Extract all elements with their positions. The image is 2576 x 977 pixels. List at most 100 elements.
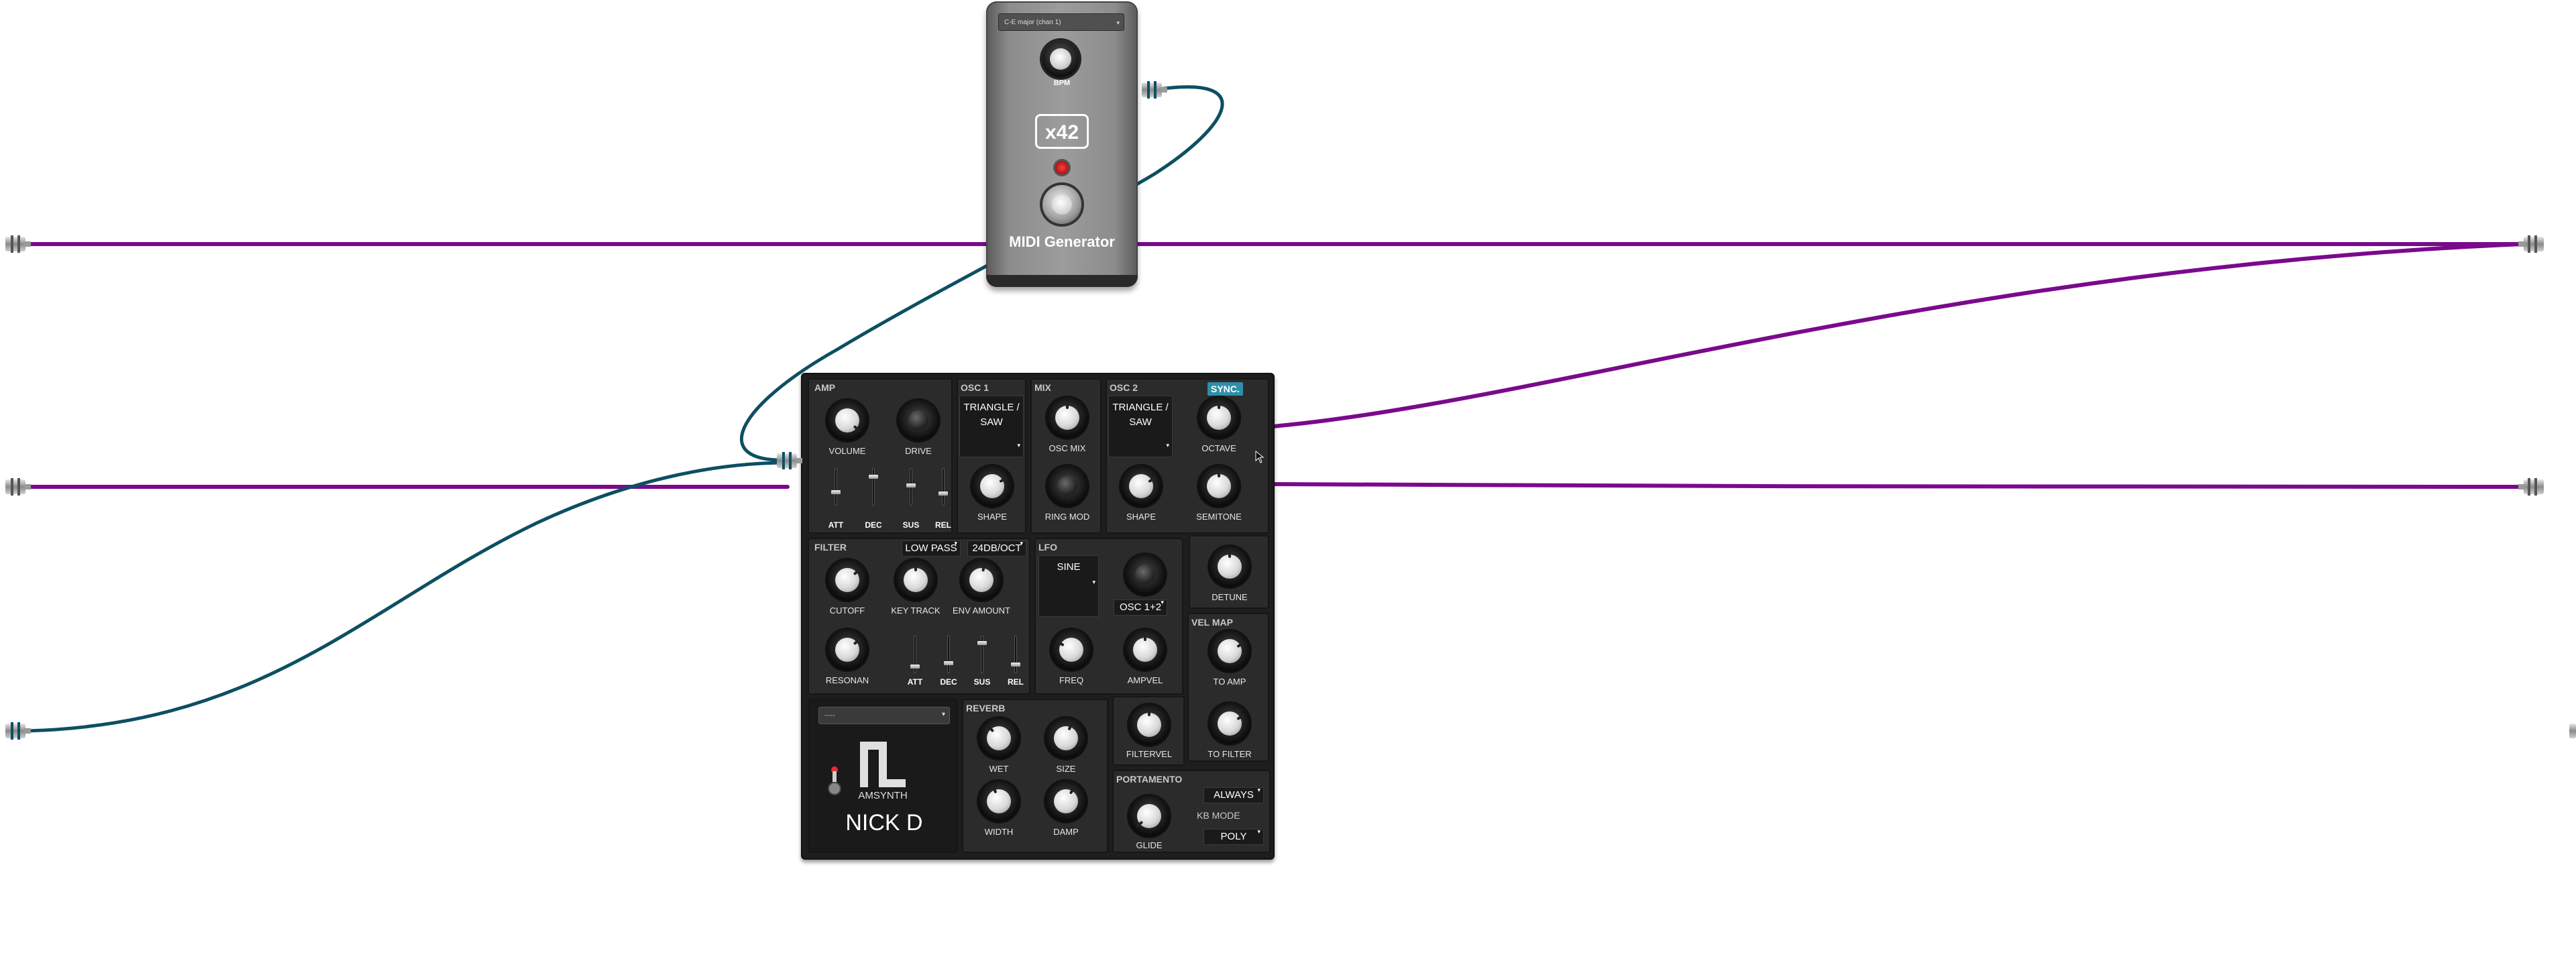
- env-amount-knob[interactable]: [961, 559, 1002, 601]
- x42-badge: x42: [1035, 114, 1089, 149]
- lfo-waveform-value: SINE: [1057, 561, 1081, 573]
- chevron-down-icon: ▾: [1257, 787, 1260, 793]
- bpm-knob[interactable]: [1042, 40, 1079, 78]
- reverb-wet-knob[interactable]: [978, 717, 1020, 759]
- amp-sustain-slider[interactable]: [906, 468, 916, 506]
- osc1-header: OSC 1: [961, 382, 989, 393]
- kbmode-select[interactable]: POLY ▾: [1203, 828, 1264, 845]
- ampvel-knob[interactable]: [1124, 629, 1166, 671]
- filter-rel-label: REL: [1008, 677, 1024, 687]
- mix-header: MIX: [1034, 382, 1051, 393]
- portamento-header: PORTAMENTO: [1116, 774, 1183, 785]
- chevron-down-icon: ▾: [941, 711, 945, 718]
- amp-decay-slider[interactable]: [869, 468, 878, 506]
- lfo-freq-label: FREQ: [1059, 675, 1084, 685]
- lfo-section: LFO SINE ▾ OSC 1+2 ▾ FREQ AMPVEL: [1034, 538, 1183, 695]
- filter-section: FILTER LOW PASS ▾ 24DB/OCT ▾ CUTOFF KEY …: [808, 538, 1030, 695]
- jack-midi-out[interactable]: [1136, 81, 1167, 99]
- osc2-shape-label: SHAPE: [1126, 512, 1157, 522]
- jack-left-bottom[interactable]: [0, 722, 31, 740]
- brand-name: AMSYNTH: [858, 790, 908, 801]
- vel-to-filter-knob[interactable]: [1209, 703, 1250, 744]
- detune-knob[interactable]: [1209, 546, 1250, 587]
- portamento-mode-select[interactable]: ALWAYS ▾: [1203, 787, 1264, 803]
- osc1-section: OSC 1 TRIANGLE / SAW ▾ SHAPE: [957, 378, 1026, 534]
- amp-att-label: ATT: [828, 520, 844, 530]
- ring-mod-knob[interactable]: [1046, 465, 1088, 507]
- jack-left-middle[interactable]: [0, 478, 31, 496]
- octave-knob[interactable]: [1198, 397, 1240, 439]
- footswitch-button[interactable]: [1042, 185, 1081, 224]
- cutoff-knob[interactable]: [826, 559, 868, 601]
- filtervel-knob[interactable]: [1128, 704, 1170, 746]
- author-name: NICK D: [845, 810, 923, 836]
- chevron-down-icon: ▾: [1020, 540, 1023, 547]
- amp-release-slider[interactable]: [938, 468, 948, 506]
- power-toggle[interactable]: [825, 764, 844, 797]
- amsynth-logo: [856, 735, 910, 792]
- mix-section: MIX OSC MIX RING MOD: [1030, 378, 1102, 534]
- jack-right-bottom[interactable]: [2567, 722, 2576, 740]
- osc1-shape-knob[interactable]: [971, 465, 1013, 507]
- amp-attack-slider[interactable]: [831, 468, 841, 506]
- scale-select[interactable]: C-E major (chan 1) ▾: [998, 13, 1124, 31]
- vel-to-amp-label: TO AMP: [1213, 677, 1246, 687]
- filter-sustain-slider[interactable]: [977, 636, 987, 673]
- reverb-width-label: WIDTH: [984, 827, 1014, 837]
- filter-header: FILTER: [814, 542, 847, 553]
- filter-sus-label: SUS: [973, 677, 991, 687]
- jack-right-middle[interactable]: [2518, 478, 2549, 496]
- jack-left-top[interactable]: [0, 235, 31, 253]
- key-track-knob[interactable]: [895, 559, 936, 601]
- filter-attack-slider[interactable]: [910, 636, 920, 673]
- volume-label: VOLUME: [828, 446, 866, 456]
- pedal-title: MIDI Generator: [1009, 233, 1115, 250]
- osc2-waveform-select[interactable]: TRIANGLE / SAW ▾: [1108, 396, 1173, 457]
- amp-rel-label: REL: [935, 520, 951, 530]
- resonance-label: RESONAN: [825, 675, 869, 685]
- lfo-freq-knob[interactable]: [1051, 629, 1092, 671]
- filter-slope-select[interactable]: 24DB/OCT ▾: [967, 540, 1026, 557]
- velmap-section: VEL MAP TO AMP TO FILTER: [1187, 613, 1269, 762]
- reverb-width-knob[interactable]: [978, 781, 1020, 822]
- filter-type-select[interactable]: LOW PASS ▾: [902, 540, 961, 557]
- osc-mix-knob[interactable]: [1046, 397, 1088, 439]
- key-track-label: KEY TRACK: [891, 606, 941, 616]
- kbmode-header: KB MODE: [1197, 810, 1240, 821]
- sync-toggle[interactable]: SYNC.: [1208, 382, 1243, 396]
- preset-select[interactable]: ---- ▾: [818, 707, 950, 724]
- chevron-down-icon: ▾: [1116, 19, 1120, 26]
- chevron-down-icon: ▾: [1161, 599, 1164, 606]
- purple-cable-right-curve[interactable]: [1270, 242, 2524, 428]
- lfo-waveform-select[interactable]: SINE ▾: [1038, 555, 1099, 617]
- reverb-damp-knob[interactable]: [1045, 781, 1087, 822]
- reverb-size-knob[interactable]: [1045, 717, 1087, 759]
- osc2-shape-knob[interactable]: [1120, 465, 1162, 507]
- reverb-size-label: SIZE: [1056, 764, 1076, 774]
- chevron-down-icon: ▾: [1017, 442, 1020, 449]
- midi-generator-pedal[interactable]: C-E major (chan 1) ▾ BPM x42 MIDI Genera…: [986, 1, 1138, 287]
- chevron-down-icon: ▾: [954, 540, 957, 547]
- jack-synth-in[interactable]: [771, 452, 802, 469]
- vel-to-amp-knob[interactable]: [1209, 630, 1250, 672]
- osc2-waveform-value: TRIANGLE / SAW: [1112, 402, 1169, 428]
- filter-decay-slider[interactable]: [944, 636, 953, 673]
- drive-knob[interactable]: [898, 400, 939, 441]
- filter-release-slider[interactable]: [1011, 636, 1020, 673]
- volume-knob[interactable]: [826, 400, 868, 441]
- resonance-knob[interactable]: [826, 629, 868, 671]
- jack-right-top[interactable]: [2518, 235, 2549, 253]
- osc-mix-label: OSC MIX: [1049, 443, 1086, 453]
- osc2-header: OSC 2: [1110, 382, 1138, 393]
- glide-knob[interactable]: [1128, 795, 1170, 837]
- lfo-target-knob[interactable]: [1124, 554, 1166, 595]
- osc1-shape-label: SHAPE: [977, 512, 1008, 522]
- osc1-waveform-select[interactable]: TRIANGLE / SAW ▾: [959, 396, 1024, 457]
- purple-cable-middle-right[interactable]: [1270, 482, 2524, 489]
- ring-mod-label: RING MOD: [1044, 512, 1090, 522]
- semitone-knob[interactable]: [1198, 465, 1240, 507]
- teal-cable-left[interactable]: [25, 461, 790, 733]
- lfo-target-select[interactable]: OSC 1+2 ▾: [1114, 599, 1167, 616]
- osc1-waveform-value: TRIANGLE / SAW: [963, 402, 1020, 428]
- cutoff-label: CUTOFF: [829, 606, 865, 616]
